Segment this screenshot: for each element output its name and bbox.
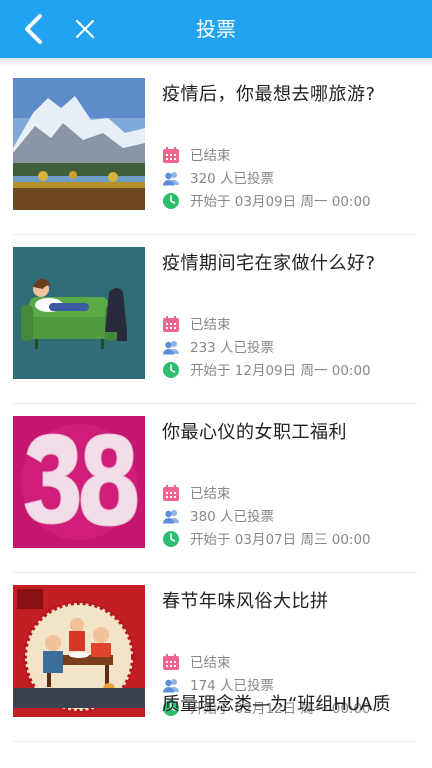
votes-text: 233 人已投票: [190, 340, 275, 356]
status-row: 已结束: [162, 484, 231, 504]
list-item[interactable]: 春节年味风俗大比拼 已结束 174 人已投票 开始于 02月12日 周一 00:…: [13, 573, 418, 742]
list-item-partial[interactable]: 质量理念类—为“班组HUA质: [13, 688, 418, 715]
clock-icon: [163, 193, 179, 209]
calendar-icon: [163, 485, 179, 501]
start-row: 开始于 12月09日 周一 00:00: [162, 361, 371, 381]
start-text: 开始于 03月07日 周三 00:00: [190, 532, 371, 548]
list-item[interactable]: 你最心仪的女职工福利 已结束 380 人已投票 开始于 03月07日 周三 00…: [13, 404, 418, 573]
votes-row: 380 人已投票: [162, 507, 274, 527]
status-text: 已结束: [190, 148, 231, 164]
start-row: 开始于 03月09日 周一 00:00: [162, 192, 371, 212]
clock-icon: [163, 531, 179, 547]
people-icon: [163, 341, 179, 355]
votes-row: 233 人已投票: [162, 338, 274, 358]
status-text: 已结束: [190, 317, 231, 333]
people-icon: [163, 172, 179, 186]
calendar-icon: [163, 654, 179, 670]
people-icon: [163, 510, 179, 524]
item-title: 质量理念类—为“班组HUA质: [162, 694, 391, 715]
status-text: 已结束: [190, 486, 231, 502]
votes-row: 320 人已投票: [162, 169, 274, 189]
header-shadow: [0, 58, 432, 66]
vote-list: 疫情后，你最想去哪旅游? 已结束 320 人已投票 开始于 03月09日 周一 …: [0, 66, 432, 742]
votes-text: 380 人已投票: [190, 509, 275, 525]
votes-text: 320 人已投票: [190, 171, 275, 187]
item-title: 你最心仪的女职工福利: [162, 422, 347, 443]
item-title: 疫情后，你最想去哪旅游?: [162, 84, 376, 105]
thumbnail-woman-on-sofa: [13, 247, 145, 379]
start-row: 开始于 03月07日 周三 00:00: [162, 530, 371, 550]
thumbnail-mountain-lake: [13, 78, 145, 210]
status-row: 已结束: [162, 146, 231, 166]
status-row: 已结束: [162, 315, 231, 335]
list-item[interactable]: 疫情期间宅在家做什么好? 已结束 233 人已投票 开始于 12月09日 周一 …: [13, 235, 418, 404]
start-text: 开始于 12月09日 周一 00:00: [190, 363, 371, 379]
calendar-icon: [163, 316, 179, 332]
thumbnail-partial: [13, 688, 145, 708]
page-title: 投票: [196, 17, 236, 41]
status-row: 已结束: [162, 653, 231, 673]
start-text: 开始于 03月09日 周一 00:00: [190, 194, 371, 210]
clock-icon: [163, 362, 179, 378]
item-title: 春节年味风俗大比拼: [162, 591, 329, 612]
app-header: 投票: [0, 0, 432, 58]
list-item[interactable]: 疫情后，你最想去哪旅游? 已结束 320 人已投票 开始于 03月09日 周一 …: [13, 66, 418, 235]
thumbnail-womens-day-38: [13, 416, 145, 548]
item-title: 疫情期间宅在家做什么好?: [162, 253, 376, 274]
calendar-icon: [163, 147, 179, 163]
status-text: 已结束: [190, 655, 231, 671]
